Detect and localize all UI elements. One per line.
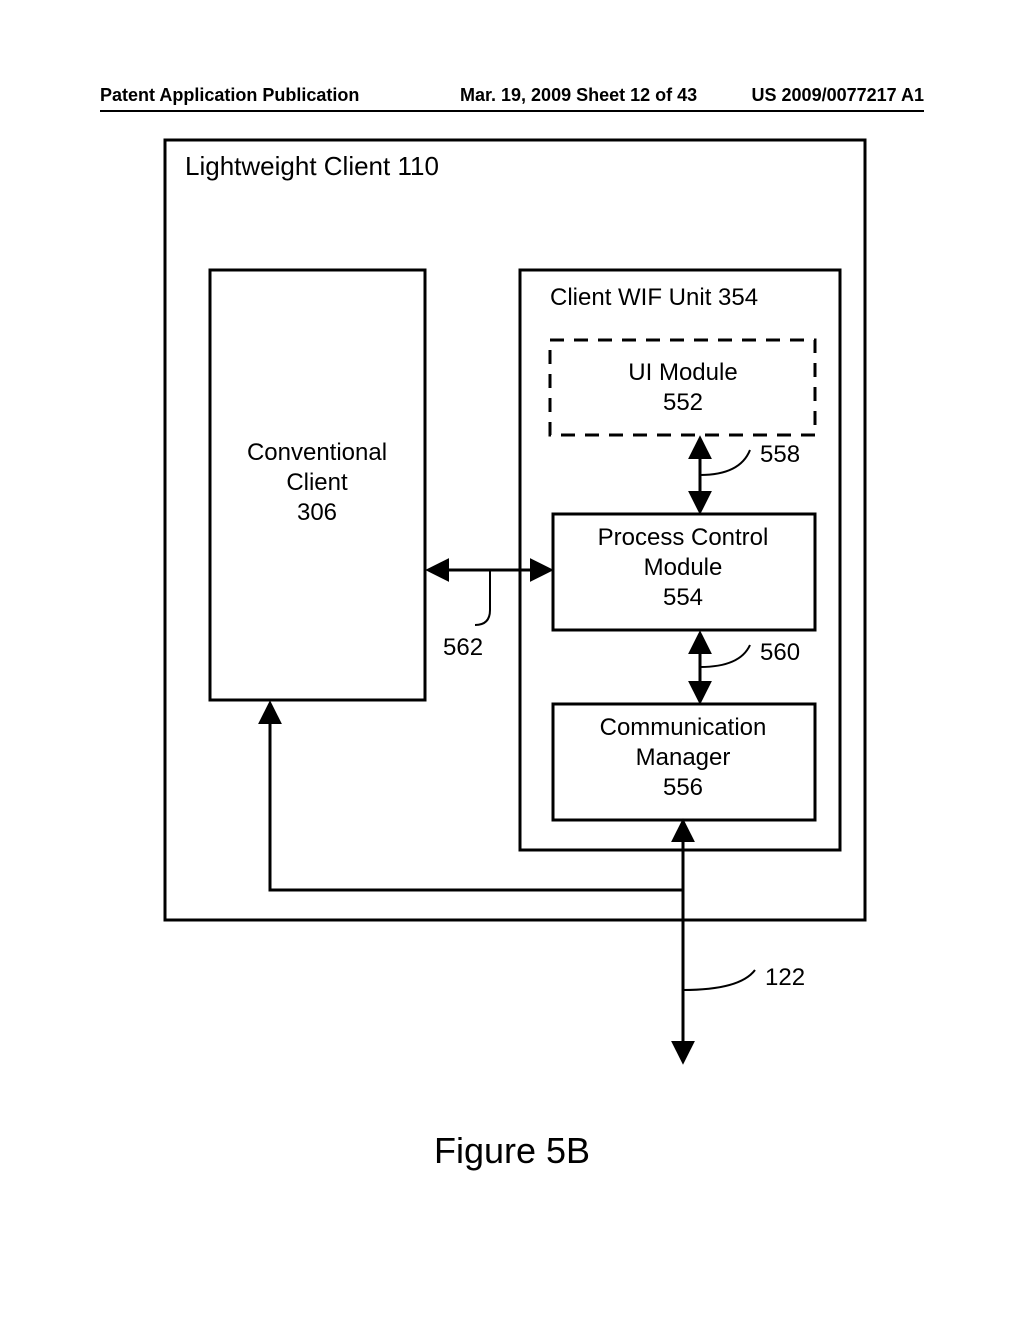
label-ui-module-l1: UI Module xyxy=(628,359,737,386)
label-comm-l3: 556 xyxy=(663,774,703,801)
label-process-l1: Process Control xyxy=(598,524,769,551)
label-lightweight-client: Lightweight Client 110 xyxy=(185,151,439,181)
ref-558: 558 xyxy=(760,441,800,468)
ref-560: 560 xyxy=(760,639,800,666)
lead-558 xyxy=(700,450,750,475)
figure-caption: Figure 5B xyxy=(0,1130,1024,1172)
ref-122: 122 xyxy=(765,964,805,991)
label-comm-l2: Manager xyxy=(636,744,731,771)
label-process-l2: Module xyxy=(644,554,723,581)
diagram-svg: Lightweight Client 110 Conventional Clie… xyxy=(140,130,920,1130)
lead-560 xyxy=(700,645,750,667)
header-left: Patent Application Publication xyxy=(100,85,359,106)
label-comm-l1: Communication xyxy=(600,714,767,741)
header-rule xyxy=(100,110,924,112)
label-process-l3: 554 xyxy=(663,584,703,611)
box-ui-module xyxy=(550,340,815,435)
label-conventional-client-l2: Client xyxy=(286,469,348,496)
lead-562 xyxy=(475,570,490,625)
label-ui-module-l2: 552 xyxy=(663,389,703,416)
label-conventional-client-l3: 306 xyxy=(297,499,337,526)
header-right: US 2009/0077217 A1 xyxy=(752,85,924,106)
ref-562: 562 xyxy=(443,634,483,661)
label-client-wif-unit: Client WIF Unit 354 xyxy=(550,284,758,311)
header-mid: Mar. 19, 2009 Sheet 12 of 43 xyxy=(460,85,697,106)
lead-122 xyxy=(683,970,755,990)
label-conventional-client-l1: Conventional xyxy=(247,439,387,466)
